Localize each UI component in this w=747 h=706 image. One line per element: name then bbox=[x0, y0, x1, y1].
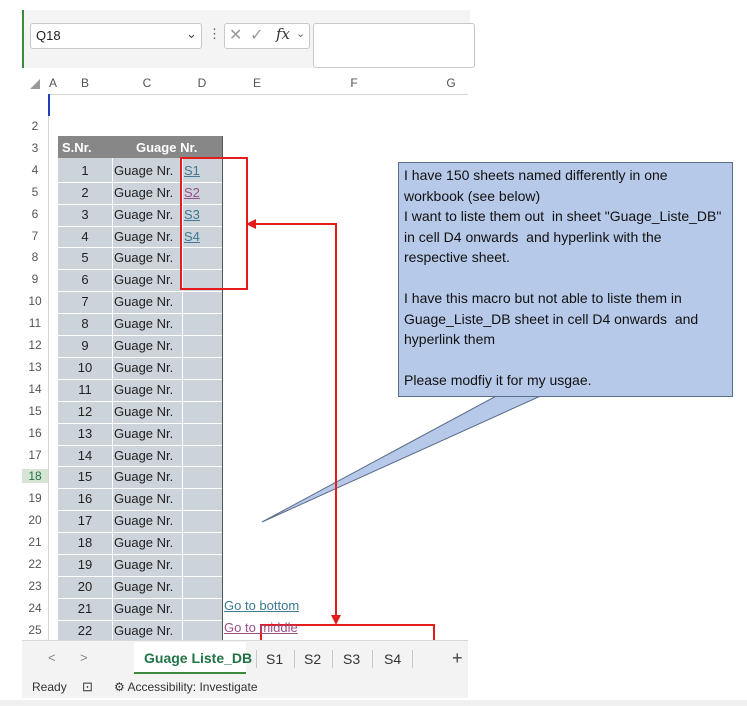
macro-recording-icon[interactable]: ⊡ bbox=[82, 679, 93, 695]
tab-separator bbox=[256, 650, 257, 668]
arrow-line bbox=[252, 223, 337, 618]
window-bottom-edge bbox=[0, 700, 747, 706]
tab-separator bbox=[372, 650, 373, 668]
go-to-middle-link[interactable]: Go to middle bbox=[224, 620, 298, 635]
accessibility-icon: ⚙ bbox=[114, 680, 125, 694]
arrow-head-down-icon bbox=[331, 615, 341, 625]
tab-separator bbox=[332, 650, 333, 668]
tab-separator bbox=[294, 650, 295, 668]
tab-s2[interactable]: S2 bbox=[304, 651, 321, 667]
status-ready: Ready bbox=[32, 680, 67, 694]
callout-pointer bbox=[261, 393, 546, 523]
go-to-bottom-link[interactable]: Go to bottom bbox=[224, 598, 299, 613]
tab-s3[interactable]: S3 bbox=[343, 651, 360, 667]
tab-s1[interactable]: S1 bbox=[266, 651, 283, 667]
callout-text: I have 150 sheets named differently in o… bbox=[404, 167, 722, 388]
tab-separator bbox=[412, 650, 413, 668]
tab-scroll-left-icon[interactable]: < bbox=[48, 650, 56, 665]
tab-scroll-right-icon[interactable]: > bbox=[80, 650, 88, 665]
tab-s4[interactable]: S4 bbox=[384, 651, 401, 667]
add-sheet-icon[interactable]: + bbox=[452, 648, 463, 669]
arrow-head-left-icon bbox=[246, 219, 256, 229]
accessibility-status[interactable]: ⚙ Accessibility: Investigate bbox=[114, 680, 258, 694]
tab-label: Guage Liste_DB bbox=[144, 650, 253, 666]
accessibility-label: Accessibility: Investigate bbox=[127, 680, 258, 694]
